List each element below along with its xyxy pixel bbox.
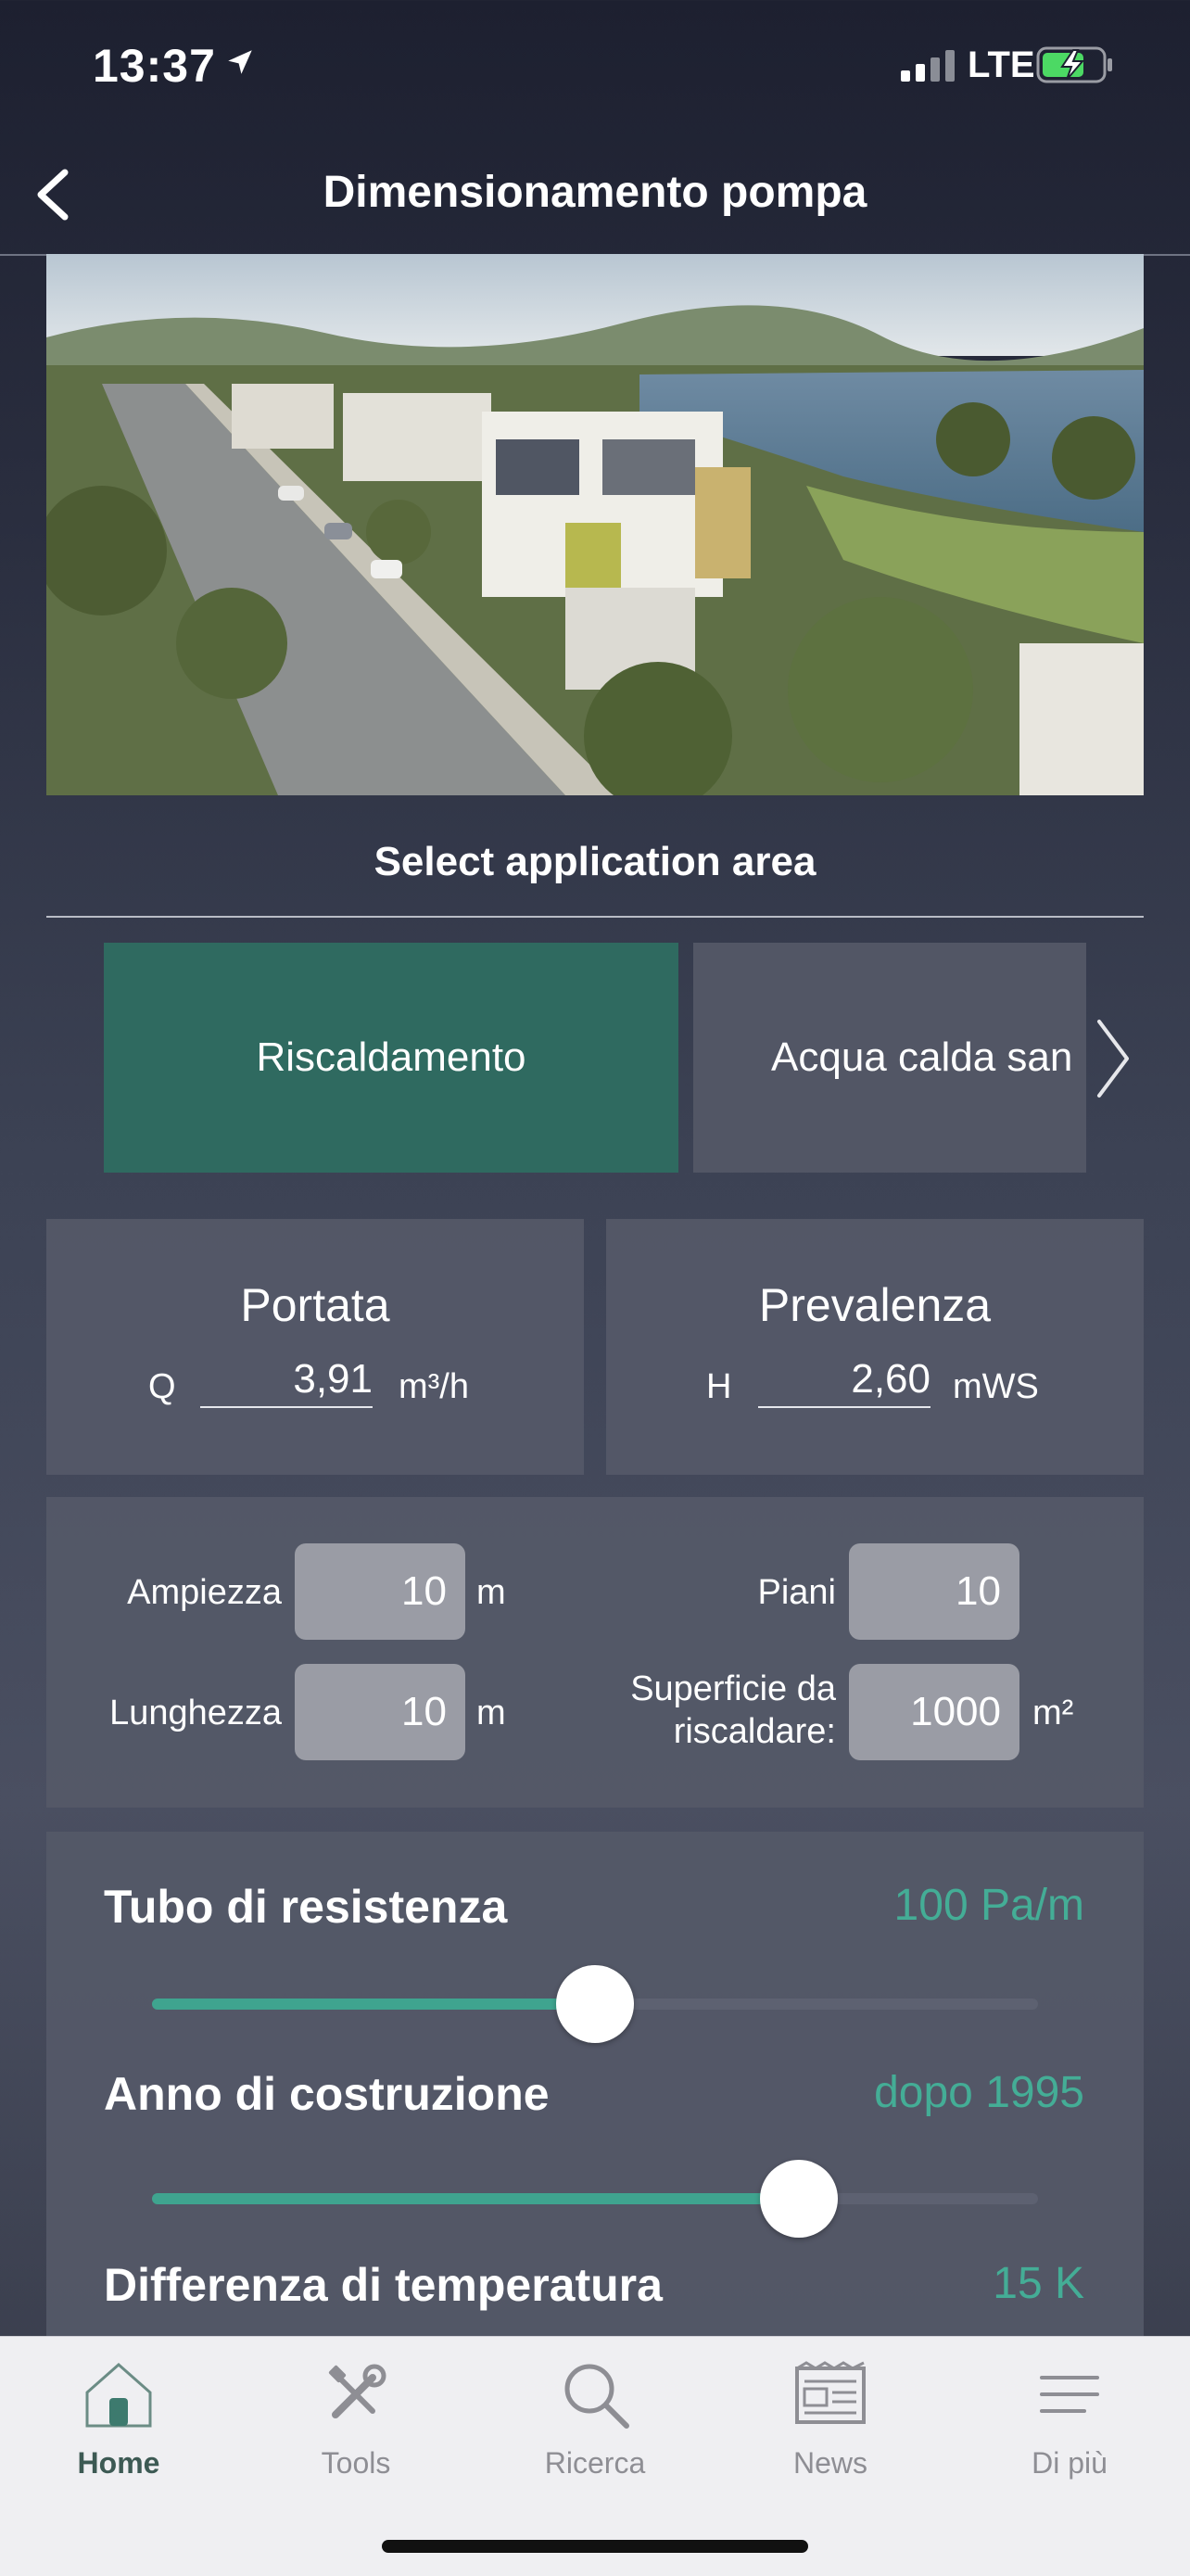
tab-more-label: Di più [1032,2446,1108,2480]
tab-home-label: Home [77,2446,160,2480]
flow-value-field[interactable]: 3,91 [200,1356,373,1408]
surface-input[interactable]: 1000 [849,1664,1019,1760]
tab-tools-label: Tools [321,2446,391,2480]
signal-icon [901,50,955,82]
head-symbol: H [706,1367,732,1406]
flow-title: Portata [240,1279,390,1331]
slider-knob[interactable] [556,1965,634,2043]
tab-search[interactable]: Ricerca [493,2355,697,2504]
head-card: Prevalenza H 2,60 mWS [606,1219,1144,1475]
home-icon [85,2362,152,2428]
hero-image [46,254,1144,795]
surface-label-line2: riscaldare: [673,1712,836,1751]
flow-symbol: Q [148,1367,176,1406]
tab-news-label: News [792,2446,867,2480]
pipe-resistance-label: Tubo di resistenza [104,1881,508,1933]
construction-year-value: dopo 1995 [874,2068,1084,2117]
head-value-field[interactable]: 2,60 [758,1356,930,1408]
slider-fill [152,1999,595,2010]
tab-news[interactable]: News [728,2355,932,2504]
news-icon [795,2361,866,2424]
head-title: Prevalenza [758,1279,992,1331]
surface-label: Superficie da riscaldare: [565,1668,836,1753]
network-type: LTE [968,44,1035,85]
tab-riscaldamento[interactable]: Riscaldamento [104,943,678,1173]
home-indicator [382,2540,808,2553]
slider-knob[interactable] [759,2160,838,2238]
length-input[interactable]: 10 [295,1664,465,1760]
tab-more[interactable]: Di più [968,2355,1171,2504]
length-label: Lunghezza [109,1694,282,1732]
flow-unit: m³/h [399,1367,469,1406]
section-title: Select application area [373,839,817,884]
tab-home[interactable]: Home [17,2355,221,2504]
tab-tools[interactable]: Tools [254,2355,458,2504]
temperature-difference-value: 15 K [993,2259,1084,2308]
length-unit: m [476,1694,506,1732]
battery-charging-icon [1036,46,1112,83]
pipe-resistance-value: 100 Pa/m [893,1881,1084,1930]
dimensions-card: Ampiezza 10 m Lunghezza 10 m Piani 10 Su… [46,1497,1144,1808]
page-title: Dimensionamento pompa [323,168,867,217]
search-icon [564,2364,629,2429]
construction-year-slider[interactable] [152,2160,1038,2238]
slider-fill [152,2193,799,2204]
surface-label-line1: Superficie da [630,1669,836,1708]
tools-icon [328,2364,386,2418]
section-divider [46,916,1144,918]
width-unit: m [476,1573,506,1612]
chevron-right-icon[interactable] [1090,1012,1136,1105]
status-bar: 13:37 LTE [0,0,1190,139]
navigation-bar: Dimensionamento pompa [0,139,1190,256]
tab-acqua-calda-sanitaria[interactable]: Acqua calda san [693,943,1086,1173]
head-unit: mWS [953,1367,1039,1406]
floors-input[interactable]: 10 [849,1543,1019,1640]
width-label: Ampiezza [127,1573,282,1612]
tab-search-label: Ricerca [544,2446,646,2480]
pipe-resistance-slider[interactable] [152,1965,1038,2043]
floors-label: Piani [757,1573,837,1612]
surface-unit: m² [1032,1694,1074,1732]
location-arrow-icon [228,50,252,74]
parameters-card: Tubo di resistenza 100 Pa/m Anno di cost… [46,1832,1144,2351]
construction-year-label: Anno di costruzione [104,2068,550,2120]
menu-icon [1040,2376,1099,2413]
status-time: 13:37 [93,40,216,92]
width-input[interactable]: 10 [295,1543,465,1640]
temperature-difference-label: Differenza di temperatura [104,2259,663,2311]
flow-card: Portata Q 3,91 m³/h [46,1219,584,1475]
